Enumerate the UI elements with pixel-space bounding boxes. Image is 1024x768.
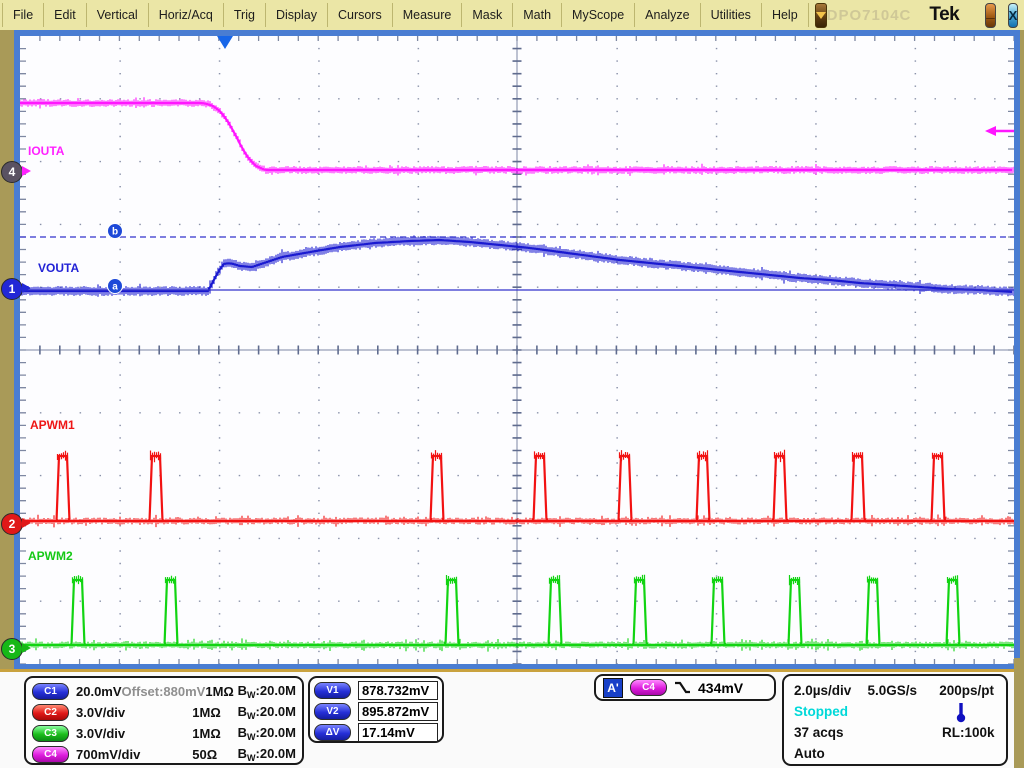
model-watermark: DPO7104C bbox=[827, 7, 912, 24]
oscilloscope-screen: FileEditVerticalHoriz/AcqTrigDisplayCurs… bbox=[0, 0, 1024, 768]
acquisition-count: 37 acqs bbox=[794, 725, 914, 740]
trigger-position-marker[interactable] bbox=[217, 36, 233, 49]
channel-pill: C2 bbox=[32, 704, 69, 721]
channel-marker-1[interactable]: 1 bbox=[1, 278, 23, 300]
cursor-row-v2[interactable]: V2 895.872mV bbox=[314, 701, 438, 722]
trigger-mode: Auto bbox=[794, 746, 825, 761]
chevron-down-icon bbox=[816, 12, 826, 19]
graticule-display[interactable]: ba bbox=[14, 30, 1020, 670]
menu-display[interactable]: Display bbox=[266, 3, 328, 27]
menu-items: FileEditVerticalHoriz/AcqTrigDisplayCurs… bbox=[2, 3, 809, 27]
channel-pill: C1 bbox=[32, 683, 69, 700]
trace-label-vouta: VOUTA bbox=[38, 261, 79, 275]
record-length: RL:100k bbox=[914, 725, 996, 740]
channel-impedance: 1MΩ bbox=[192, 705, 237, 720]
falling-edge-icon bbox=[674, 680, 691, 695]
channel-bandwidth: BW:20.0M bbox=[238, 725, 296, 742]
horizontal-scale: 2.0µs/div bbox=[794, 683, 867, 698]
center-ticks bbox=[40, 49, 1014, 664]
channel-scale: 3.0V/div bbox=[76, 726, 192, 741]
sample-rate: 5.0GS/s bbox=[867, 683, 939, 698]
cursor-pill: V1 bbox=[314, 682, 351, 699]
channel-marker-arrow bbox=[22, 643, 31, 653]
cursor-value: 895.872mV bbox=[358, 702, 438, 721]
menu-bar: FileEditVerticalHoriz/AcqTrigDisplayCurs… bbox=[0, 0, 1024, 30]
trace-label-apwm1: APWM1 bbox=[30, 418, 75, 432]
horizontal-readout-box[interactable]: 2.0µs/div 5.0GS/s 200ps/pt Stopped 37 ac… bbox=[782, 674, 1008, 766]
menu-edit[interactable]: Edit bbox=[44, 3, 87, 27]
menu-analyze[interactable]: Analyze bbox=[635, 3, 700, 27]
channel-row-c1[interactable]: C1 20.0mVOffset:880mV1MΩBW:20.0M bbox=[32, 681, 296, 702]
channel-row-c3[interactable]: C3 3.0V/div1MΩBW:20.0M bbox=[32, 723, 296, 744]
menu-overflow-button[interactable] bbox=[815, 3, 827, 28]
channel-pill: C4 bbox=[32, 746, 69, 763]
acquisition-status: Stopped bbox=[794, 704, 956, 719]
channel-impedance: 1MΩ bbox=[192, 726, 237, 741]
trace-label-iouta: IOUTA bbox=[28, 144, 64, 158]
sample-resolution: 200ps/pt bbox=[939, 683, 996, 698]
channel-bandwidth: BW:20.0M bbox=[238, 683, 296, 700]
menu-myscope[interactable]: MyScope bbox=[562, 3, 635, 27]
menu-vertical[interactable]: Vertical bbox=[87, 3, 149, 27]
cursor-value: 878.732mV bbox=[358, 681, 438, 700]
channel-offset: Offset:880mV bbox=[122, 684, 206, 699]
menu-math[interactable]: Math bbox=[513, 3, 562, 27]
channel-row-c2[interactable]: C2 3.0V/div1MΩBW:20.0M bbox=[32, 702, 296, 723]
cursor-row-δv[interactable]: ΔV 17.14mV bbox=[314, 722, 438, 743]
menu-trig[interactable]: Trig bbox=[224, 3, 266, 27]
menu-file[interactable]: File bbox=[2, 3, 44, 27]
thermometer-icon bbox=[956, 701, 966, 723]
menu-utilities[interactable]: Utilities bbox=[701, 3, 762, 27]
readout-strip: C120.0mVOffset:880mV1MΩBW:20.0MC23.0V/di… bbox=[0, 669, 1014, 768]
channel-impedance: 50Ω bbox=[192, 747, 237, 762]
waveform-canvas: ba bbox=[20, 36, 1014, 664]
channel-readout-box[interactable]: C120.0mVOffset:880mV1MΩBW:20.0MC23.0V/di… bbox=[24, 676, 304, 765]
trigger-level: 434mV bbox=[698, 680, 743, 696]
cursor-row-v1[interactable]: V1 878.732mV bbox=[314, 680, 438, 701]
channel-marker-arrow bbox=[22, 518, 31, 528]
channel-scale: 20.0mV bbox=[76, 684, 122, 699]
channel-scale: 3.0V/div bbox=[76, 705, 192, 720]
channel-marker-3[interactable]: 3 bbox=[1, 638, 23, 660]
cursor-value: 17.14mV bbox=[358, 723, 438, 742]
cursor-badge-label: a bbox=[112, 282, 118, 293]
cursor-readout-box[interactable]: V1 878.732mV V2 895.872mV ΔV 17.14mV bbox=[308, 676, 444, 743]
menu-cursors[interactable]: Cursors bbox=[328, 3, 393, 27]
close-button[interactable]: X bbox=[1008, 3, 1019, 28]
trace-label-apwm2: APWM2 bbox=[28, 549, 73, 563]
cursor-pill: V2 bbox=[314, 703, 351, 720]
trigger-mode-badge: A' bbox=[603, 678, 623, 698]
cursor-badge-label: b bbox=[112, 227, 118, 238]
menu-measure[interactable]: Measure bbox=[393, 3, 463, 27]
channel-bandwidth: BW:20.0M bbox=[238, 746, 296, 763]
channel-marker-arrow bbox=[22, 166, 31, 176]
trigger-level-arrow[interactable] bbox=[985, 126, 996, 136]
channel-bandwidth: BW:20.0M bbox=[238, 704, 296, 721]
grid-dots bbox=[40, 49, 1014, 664]
menu-help[interactable]: Help bbox=[762, 3, 809, 27]
menu-horiz-acq[interactable]: Horiz/Acq bbox=[149, 3, 224, 27]
cursor-pill: ΔV bbox=[314, 724, 351, 741]
trigger-source-pill: C4 bbox=[630, 679, 667, 696]
channel-row-c4[interactable]: C4 700mV/div50ΩBW:20.0M bbox=[32, 744, 296, 765]
trigger-readout-box[interactable]: A' C4 434mV bbox=[594, 674, 776, 701]
channel-impedance: 1MΩ bbox=[205, 684, 237, 699]
channel-scale: 700mV/div bbox=[76, 747, 192, 762]
tek-logo: Tek bbox=[929, 4, 959, 26]
desktop-edge bbox=[1014, 658, 1024, 768]
menu-mask[interactable]: Mask bbox=[462, 3, 513, 27]
channel-marker-4[interactable]: 4 bbox=[1, 161, 23, 183]
minimize-button[interactable]: _ bbox=[985, 3, 995, 28]
channel-pill: C3 bbox=[32, 725, 69, 742]
channel-marker-arrow bbox=[22, 283, 31, 293]
channel-marker-2[interactable]: 2 bbox=[1, 513, 23, 535]
